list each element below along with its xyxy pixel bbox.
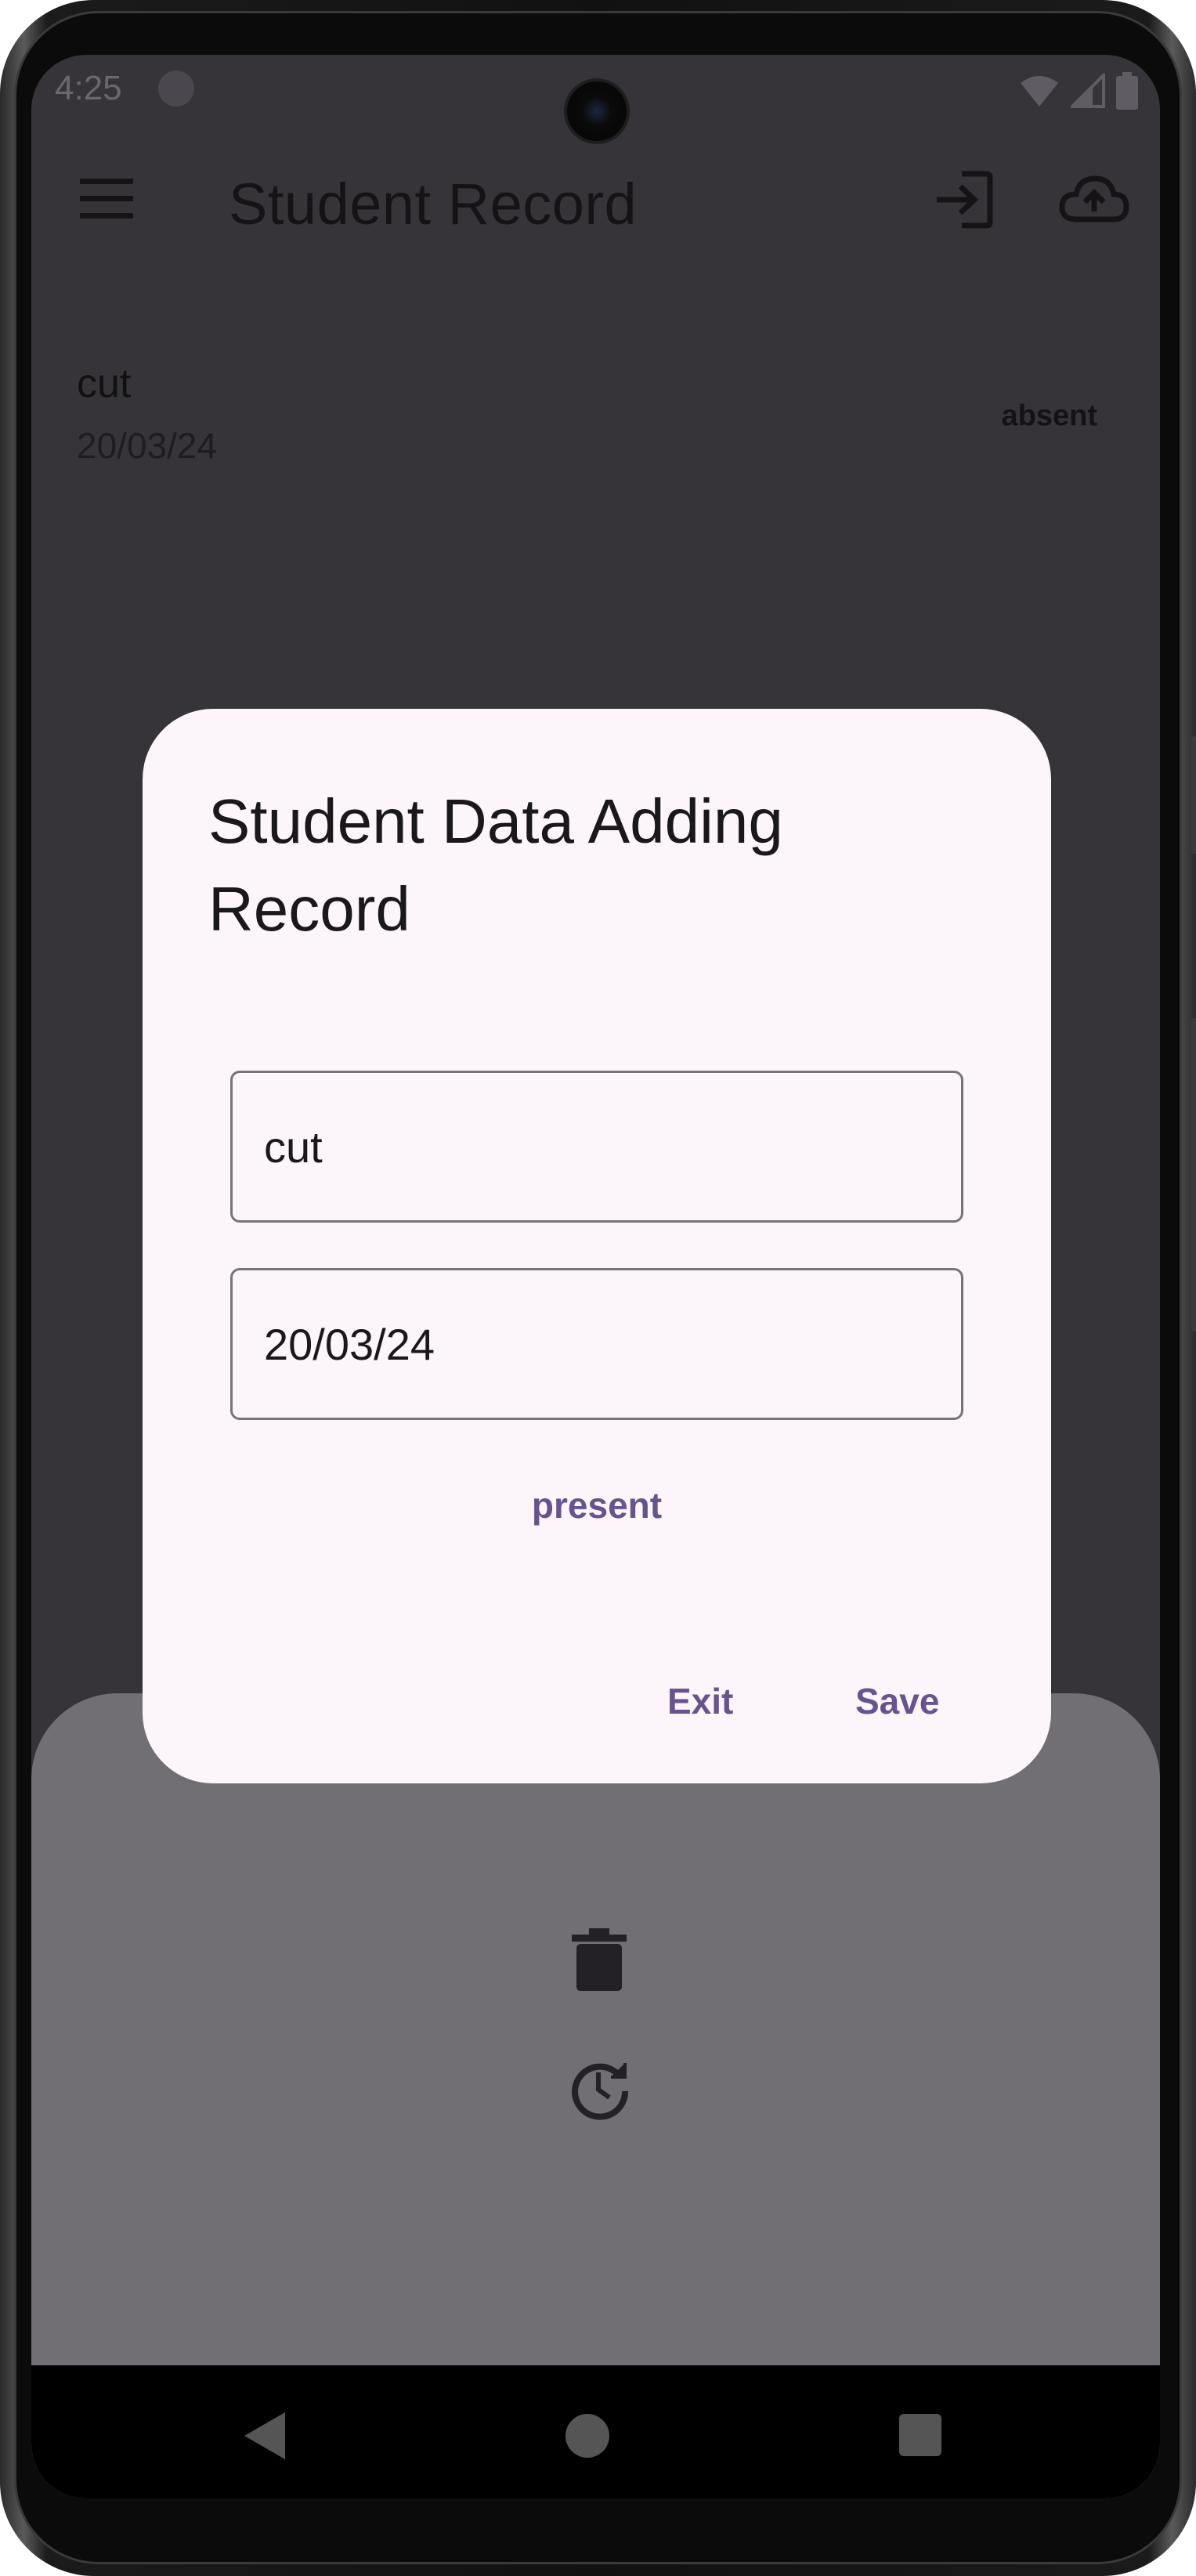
menu-icon[interactable] [80,177,133,219]
wifi-icon [1021,76,1058,107]
exit-button[interactable]: Exit [667,1680,733,1722]
front-camera [564,78,630,144]
battery-icon [1116,72,1138,110]
dialog-title: Student Data Adding Record [208,786,783,944]
status-toggle-button[interactable]: present [143,1484,1051,1526]
history-icon[interactable] [565,2054,633,2121]
record-status: absent [1001,399,1097,432]
list-item[interactable]: cut 20/03/24 absent [31,360,1160,501]
delete-icon[interactable] [572,1928,627,1991]
home-icon[interactable] [565,2414,609,2458]
app-notification-icon [158,70,194,107]
screen: 4:25 Student Record cut 20/03/24 absent … [31,55,1160,2498]
volume-button [1191,1018,1196,1331]
recents-icon[interactable] [899,2414,941,2456]
cloud-upload-icon[interactable] [1059,168,1129,232]
cellular-signal-icon [1071,74,1105,108]
status-icons [1019,72,1138,110]
page-title: Student Record [229,172,638,237]
navigation-bar [31,2365,1160,2498]
record-date: 20/03/24 [77,425,218,466]
status-time: 4:25 [55,69,122,107]
app-bar: Student Record [31,141,1160,258]
back-icon[interactable] [241,2411,288,2461]
phone-frame: 4:25 Student Record cut 20/03/24 absent … [0,0,1196,2576]
power-button [1191,736,1196,854]
save-button[interactable]: Save [855,1680,939,1722]
date-field[interactable] [230,1268,963,1420]
record-name: cut [77,361,132,406]
add-record-dialog: Student Data Adding Record present Exit … [143,709,1051,1783]
name-field[interactable] [230,1071,963,1223]
login-icon[interactable] [932,168,996,232]
